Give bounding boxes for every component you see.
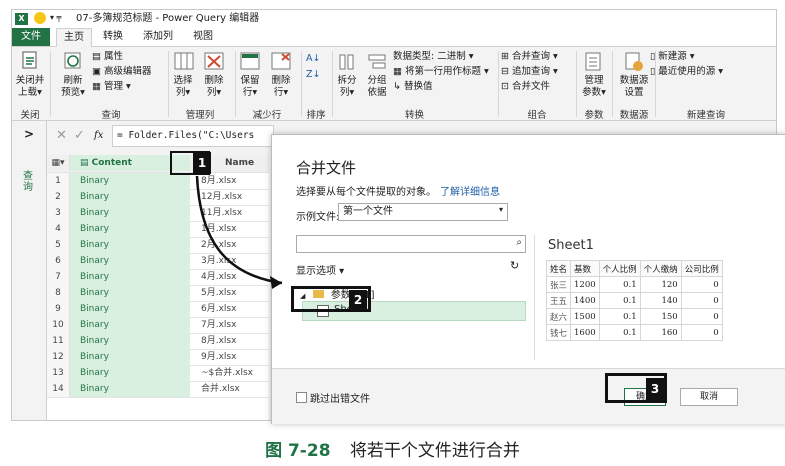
figure-caption: 图 7-28 将若干个文件进行合并 <box>0 436 785 461</box>
figure-caption-text: 将若干个文件进行合并 <box>349 441 520 461</box>
flow-arrow <box>195 175 283 289</box>
figure-number: 图 7-28 <box>265 441 331 461</box>
